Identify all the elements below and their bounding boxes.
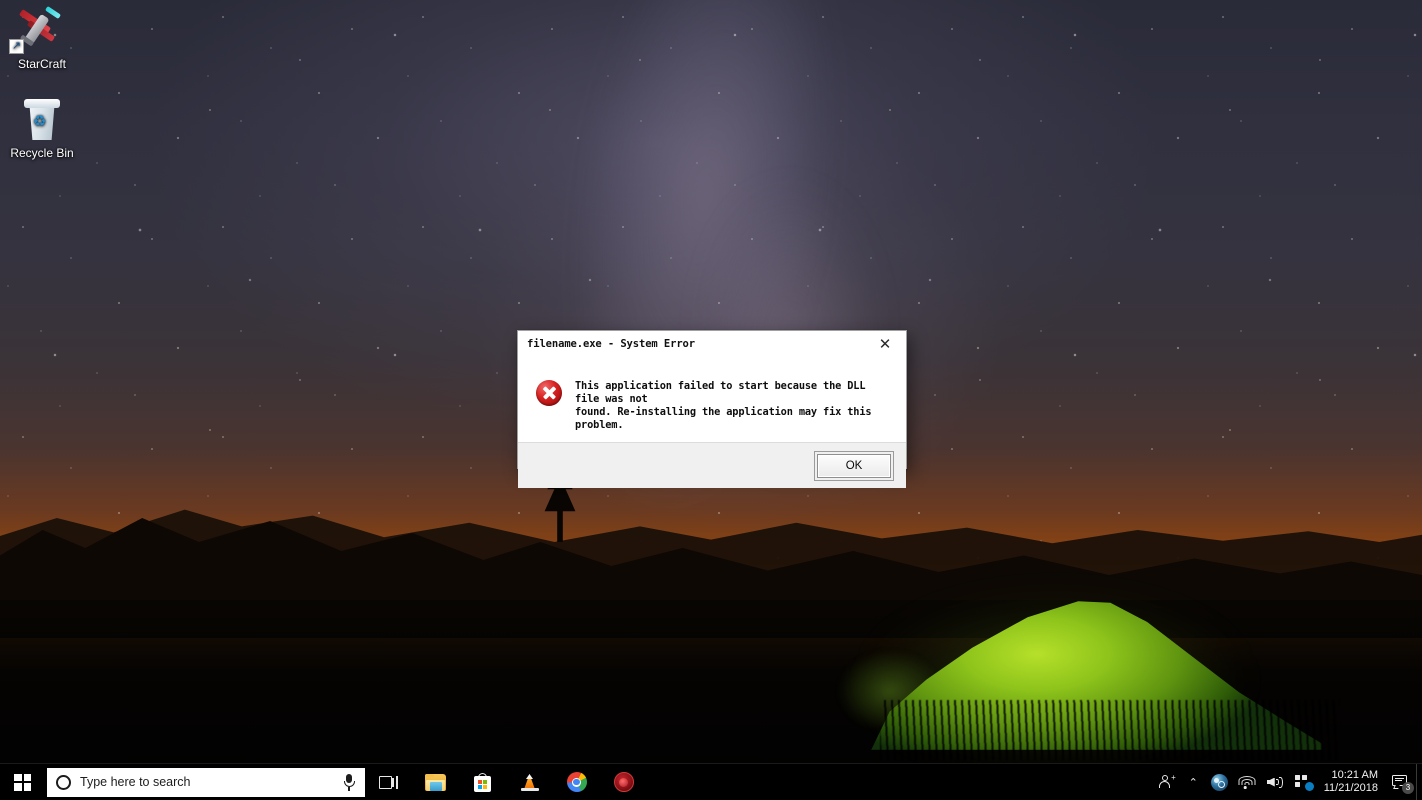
starcraft-shortcut-icon: ↗ [0, 5, 85, 54]
tray-icon-volume[interactable] [1261, 764, 1290, 800]
notification-icon: 3 [1392, 774, 1414, 794]
clock[interactable]: 10:21 AM 11/21/2018 [1318, 764, 1387, 800]
chrome-icon [566, 772, 587, 792]
task-view-icon [379, 775, 398, 790]
people-plus-glyph: + [1171, 773, 1176, 782]
dialog-title-text: filename.exe - System Error [527, 338, 695, 350]
taskbar[interactable]: Type here to search + ⌃ 10:21 AM 11/21/2… [0, 763, 1422, 800]
dialog-message-line-1: This application failed to start because… [575, 380, 866, 405]
vlc-cone-icon [520, 772, 540, 792]
search-input[interactable]: Type here to search [47, 767, 365, 797]
desktop-icon-recycle-bin[interactable]: ♻ Recycle Bin [0, 95, 85, 160]
search-placeholder: Type here to search [80, 775, 191, 789]
show-desktop-button[interactable] [1416, 763, 1422, 800]
show-hidden-icons-button[interactable]: ⌃ [1181, 764, 1206, 800]
wallpaper-grass [880, 700, 1340, 760]
shortcut-arrow-icon: ↗ [9, 39, 24, 54]
taskbar-item-red-app[interactable] [600, 764, 647, 800]
notifications-button[interactable]: 3 [1387, 764, 1416, 800]
taskbar-item-file-explorer[interactable] [412, 764, 459, 800]
chevron-up-icon: ⌃ [1188, 776, 1198, 789]
steam-icon [1210, 773, 1228, 791]
tray-icon-wifi[interactable] [1233, 764, 1261, 800]
recycle-symbol-glyph: ♻ [33, 113, 47, 130]
tray-icon-steam[interactable] [1206, 764, 1233, 800]
network-tiles-icon [1294, 774, 1314, 791]
tray-icon-network-center[interactable] [1290, 764, 1318, 800]
speaker-icon [1266, 775, 1285, 790]
store-bag-icon [473, 772, 492, 792]
windows-logo-icon [14, 773, 31, 791]
dialog-footer: OK [518, 442, 906, 488]
taskbar-item-microsoft-store[interactable] [459, 764, 506, 800]
task-view-button[interactable] [365, 764, 412, 800]
system-tray[interactable]: + ⌃ 10:21 AM 11/21/2018 3 [1154, 763, 1422, 800]
desktop-icon-label: StarCraft [17, 57, 66, 71]
desktop-icon-label: Recycle Bin [10, 146, 74, 160]
clock-date: 11/21/2018 [1323, 782, 1378, 794]
taskbar-item-chrome[interactable] [553, 764, 600, 800]
wifi-icon [1238, 775, 1256, 789]
desktop-icon-starcraft[interactable]: ↗ StarCraft [0, 5, 85, 71]
microphone-icon[interactable] [341, 773, 357, 791]
dialog-body: This application failed to start because… [518, 357, 906, 442]
system-error-dialog[interactable]: filename.exe - System Error ✕ This appli… [517, 330, 907, 488]
dialog-title-bar[interactable]: filename.exe - System Error ✕ [518, 331, 906, 357]
dialog-message: This application failed to start because… [575, 379, 892, 432]
clock-time: 10:21 AM [1331, 769, 1378, 781]
start-button[interactable] [0, 764, 45, 800]
ok-button-label: OK [845, 459, 863, 472]
red-circle-app-icon [613, 772, 634, 792]
close-icon[interactable]: ✕ [864, 331, 906, 357]
recycle-bin-icon: ♻ [0, 95, 85, 143]
search-circle-icon [56, 774, 71, 790]
taskbar-item-vlc[interactable] [506, 764, 553, 800]
dialog-message-line-2: found. Re-installing the application may… [575, 406, 872, 431]
ok-button[interactable]: OK [814, 450, 894, 481]
shortcut-arrow-glyph: ↗ [11, 40, 22, 52]
notification-badge: 3 [1402, 781, 1414, 794]
folder-icon [425, 773, 446, 791]
close-glyph: ✕ [878, 336, 892, 353]
people-icon[interactable]: + [1154, 764, 1181, 800]
error-icon [536, 380, 562, 406]
